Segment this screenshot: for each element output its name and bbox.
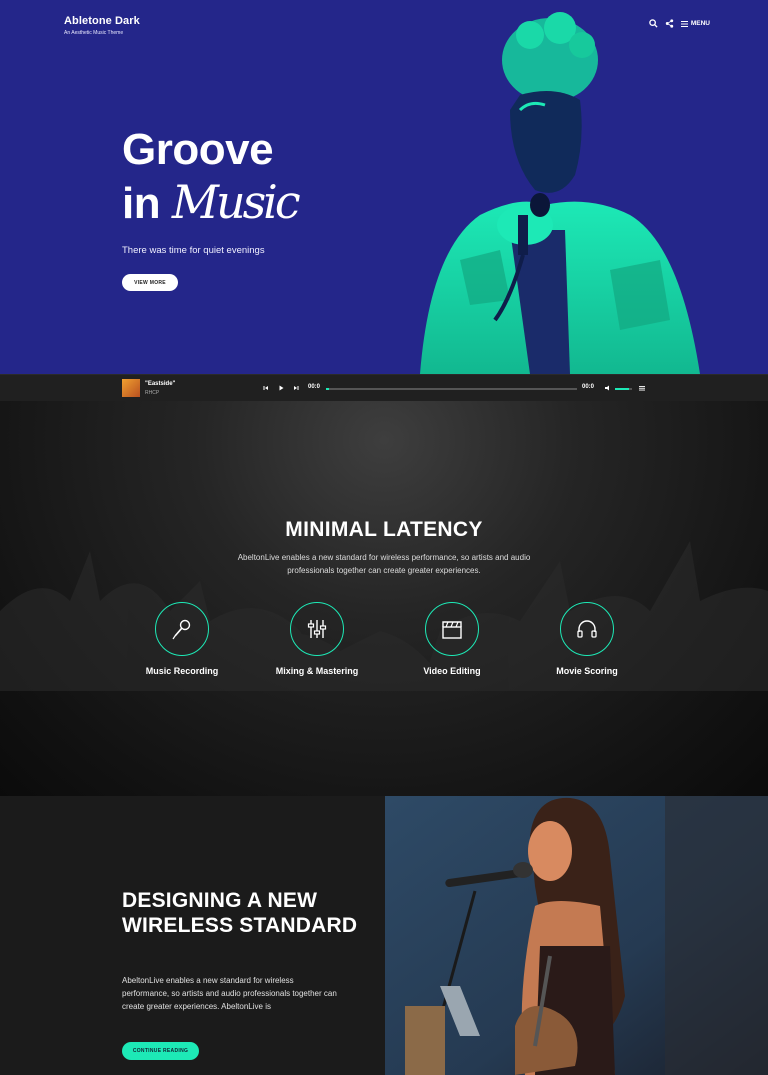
hero-heading-in: in <box>122 179 161 228</box>
headphones-icon <box>577 620 597 638</box>
volume-icon[interactable] <box>604 384 612 392</box>
service-label: Movie Scoring <box>556 666 618 676</box>
volume-slider[interactable] <box>615 388 632 390</box>
service-label: Video Editing <box>423 666 481 676</box>
service-movie-scoring[interactable]: Movie Scoring <box>527 602 647 676</box>
hero-heading-music: Music <box>171 175 301 229</box>
hero-heading-line1: Groove <box>122 125 274 174</box>
view-more-button[interactable]: VIEW MORE <box>122 274 178 291</box>
sliders-icon <box>307 620 327 638</box>
current-time: 00:0 <box>308 384 321 390</box>
album-cover <box>122 379 140 397</box>
duration-time: 00:0 <box>582 384 595 390</box>
service-label: Music Recording <box>145 666 219 676</box>
clapperboard-icon <box>442 621 462 639</box>
design-title: DESIGNING A NEW WIRELESS STANDARD <box>122 889 358 937</box>
latency-title: MINIMAL LATENCY <box>285 518 483 541</box>
minimal-latency-section: MINIMAL LATENCY AbeltonLive enables a ne… <box>0 401 768 796</box>
next-icon[interactable] <box>292 384 300 392</box>
volume-fill <box>615 388 629 390</box>
service-icon-circle <box>155 602 209 656</box>
service-label: Mixing & Mastering <box>275 666 359 676</box>
site-title[interactable]: Abletone Dark <box>64 15 140 27</box>
menu-label: MENU <box>690 20 710 27</box>
progress-fill <box>326 388 329 390</box>
hero-heading: Groove in Music <box>122 124 301 230</box>
search-icon[interactable] <box>649 19 658 28</box>
track-artist: RHCP <box>145 390 160 396</box>
prev-icon[interactable] <box>262 384 270 392</box>
hero-subtitle: There was time for quiet evenings <box>122 245 265 256</box>
service-music-recording[interactable]: Music Recording <box>122 602 242 676</box>
play-icon[interactable] <box>277 384 285 392</box>
top-nav: MENU <box>649 19 710 28</box>
service-icon-circle <box>560 602 614 656</box>
singer-guitar-image <box>385 796 768 1075</box>
service-icon-circle <box>425 602 479 656</box>
continue-reading-button[interactable]: CONTINUE READING <box>122 1042 199 1060</box>
site-tagline: An Aesthetic Music Theme <box>64 30 124 36</box>
hero-section: Abletone Dark An Aesthetic Music Theme M… <box>0 0 768 374</box>
designing-section: DESIGNING A NEW WIRELESS STANDARD Abelto… <box>0 796 768 1075</box>
microphone-icon <box>172 619 191 640</box>
service-icon-circle <box>290 602 344 656</box>
design-description: AbeltonLive enables a new standard for w… <box>122 976 337 1011</box>
hamburger-icon <box>680 20 688 27</box>
progress-bar[interactable] <box>326 388 577 390</box>
latency-description: AbeltonLive enables a new standard for w… <box>237 553 531 575</box>
menu-button[interactable]: MENU <box>680 20 710 27</box>
track-title: "Eastside" <box>145 381 176 387</box>
share-icon[interactable] <box>665 19 674 28</box>
singer-hero-image <box>420 12 700 374</box>
audio-player: "Eastside" RHCP 00:0 00:0 <box>0 374 768 401</box>
service-video-editing[interactable]: Video Editing <box>392 602 512 676</box>
service-mixing-mastering[interactable]: Mixing & Mastering <box>257 602 377 676</box>
playlist-icon[interactable] <box>638 384 646 392</box>
